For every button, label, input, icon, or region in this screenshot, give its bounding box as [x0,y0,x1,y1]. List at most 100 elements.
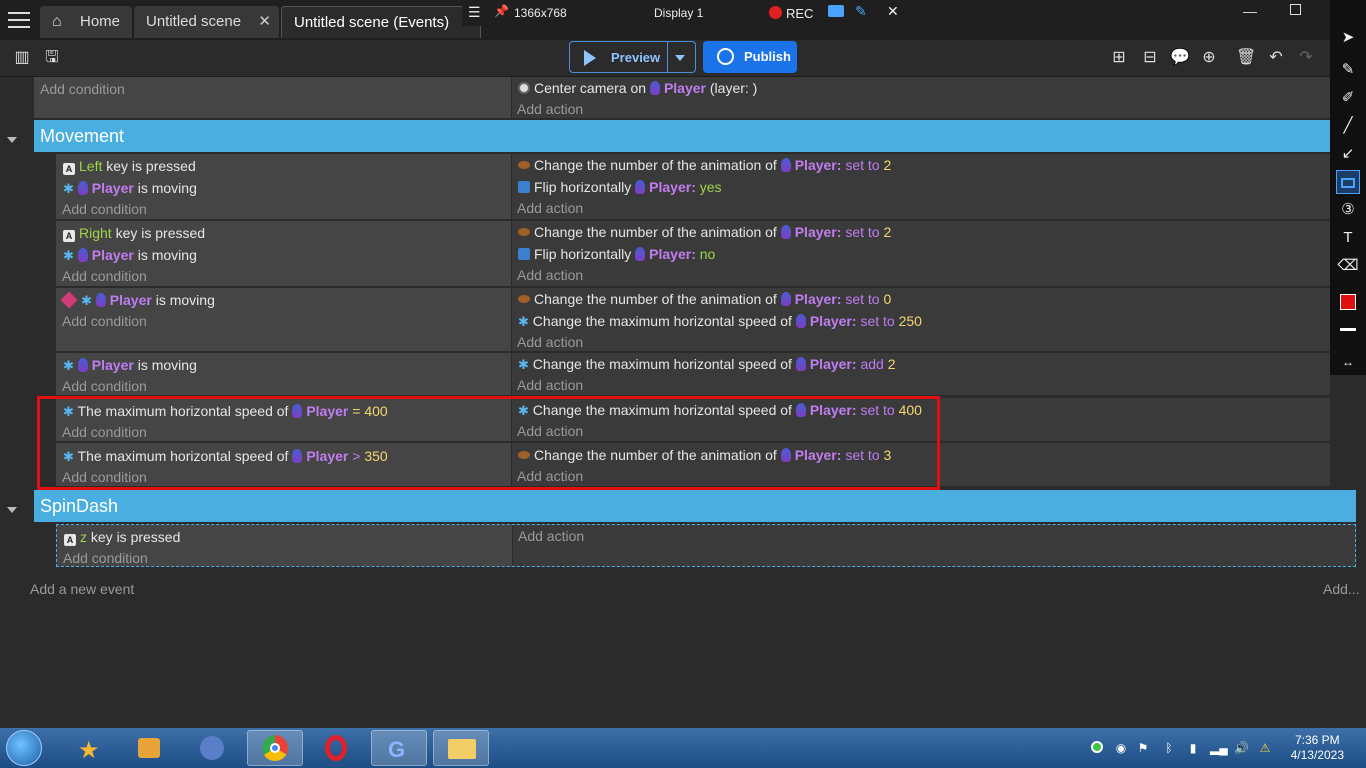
add-condition[interactable]: Add condition [62,201,147,217]
add-action[interactable]: Add action [517,267,583,283]
camera-icon[interactable] [828,5,844,17]
battery-icon[interactable]: ▮ [1186,741,1200,755]
volume-icon[interactable]: 🔊 [1234,741,1249,755]
delete-icon[interactable]: 🗑 [1236,49,1256,67]
action-max-speed[interactable]: ✱ Change the maximum horizontal speed of… [518,313,922,330]
action-max-speed[interactable]: ✱ Change the maximum horizontal speed of… [518,356,895,373]
event-z-key[interactable]: Az key is pressed Add condition Add acti… [56,524,1356,567]
add-new-event[interactable]: Add a new event [30,581,134,597]
add-condition[interactable]: Add condition [62,313,147,329]
group-movement[interactable]: Movement [34,120,1330,152]
gdevelop-icon[interactable]: G [371,730,427,766]
media-icon[interactable] [122,730,178,766]
arrow-icon[interactable]: ↙ [1336,142,1360,166]
action-animation[interactable]: Change the number of the animation of Pl… [518,157,891,173]
preview-button[interactable]: Preview [569,41,696,73]
events-sheet: Add condition Center camera on Player (l… [0,77,1360,728]
condition-right-key[interactable]: A Right key is pressed [63,225,205,242]
save-icon[interactable]: 🖫 [42,49,62,67]
close-icon[interactable]: ✕ [887,3,899,20]
bluetooth-icon[interactable]: ᛒ [1162,741,1176,755]
rectangle-icon[interactable] [1336,170,1360,194]
line-icon[interactable]: ╱ [1336,114,1360,138]
action-animation[interactable]: Change the number of the animation of Pl… [518,224,891,240]
keyboard-icon: A [64,534,76,546]
group-spindash[interactable]: SpinDash [34,490,1356,522]
add-action[interactable]: Add action [517,334,583,350]
player-icon [77,358,88,372]
cursor-icon[interactable]: ➤ [1336,26,1360,50]
start-button[interactable] [6,730,42,766]
restore-icon[interactable] [1290,4,1301,15]
expand-icon[interactable]: ↔ [1336,350,1360,374]
event-camera[interactable]: Add condition Center camera on Player (l… [34,77,1330,118]
condition-player-not-moving[interactable]: ✱ Player is moving [60,291,215,309]
clock[interactable]: 7:36 PM 4/13/2023 [1291,733,1344,763]
menu-icon[interactable] [8,12,30,28]
add-action[interactable]: Add action [517,101,583,117]
action-flip[interactable]: Flip horizontally Player: no [518,246,715,262]
color-swatch[interactable] [1336,291,1360,315]
opera-icon[interactable] [309,730,365,766]
add-action[interactable]: Add action [518,528,584,544]
add-action[interactable]: Add action [517,200,583,216]
add-icon[interactable]: ⊕ [1199,49,1219,67]
pin-icon[interactable]: 📌 [494,4,509,18]
tab-scene[interactable]: Untitled scene ✕ [134,6,279,38]
tray-icon[interactable] [1090,741,1104,755]
event-moving-accel[interactable]: ✱ Player is moving Add condition ✱ Chang… [56,353,1330,395]
close-icon[interactable]: ✕ [258,6,271,38]
action-animation[interactable]: Change the number of the animation of Pl… [518,291,891,307]
counter-icon[interactable]: ③ [1336,198,1360,222]
marker-icon[interactable]: ✐ [1336,86,1360,110]
list-icon[interactable]: ☰ [468,4,481,21]
record-icon[interactable] [769,6,782,19]
chrome-icon[interactable] [247,730,303,766]
rec-label[interactable]: REC [786,6,813,21]
condition-player-moving[interactable]: ✱ Player is moving [63,180,197,197]
event-not-moving[interactable]: ✱ Player is moving Add condition Change … [56,288,1330,351]
text-icon[interactable]: T [1336,226,1360,250]
app-icon[interactable]: ★ [62,730,118,766]
collapse-caret[interactable] [7,137,17,143]
add-other-button[interactable]: Add... [1323,581,1360,597]
add-comment-icon[interactable]: 💬 [1170,49,1190,67]
tray-icon[interactable]: ◉ [1114,741,1128,755]
pen-icon[interactable]: ✎ [855,3,867,20]
undo-icon[interactable]: ↶ [1266,49,1286,67]
network-icon[interactable]: ▂▄ [1210,741,1228,755]
add-condition[interactable]: Add condition [63,550,148,566]
chevron-down-icon[interactable] [675,55,685,61]
collapse-caret[interactable] [7,507,17,513]
add-action[interactable]: Add action [517,377,583,393]
conditions: A Left key is pressed ✱ Player is moving … [56,154,512,219]
pencil-icon[interactable]: ✎ [1336,58,1360,82]
minimize-icon[interactable]: — [1243,3,1257,19]
action-center-camera[interactable]: Center camera on Player (layer: ) [518,80,757,96]
tab-scene-events[interactable]: Untitled scene (Events) [281,6,481,38]
event-left-key[interactable]: A Left key is pressed ✱ Player is moving … [56,154,1330,219]
add-condition[interactable]: Add condition [62,378,147,394]
tab-home[interactable]: ⌂ Home [40,6,132,38]
event-right-key[interactable]: A Right key is pressed ✱ Player is moving… [56,221,1330,286]
eraser-icon[interactable]: ⌫ [1336,254,1360,278]
publish-button[interactable]: Publish [703,41,797,73]
condition-left-key[interactable]: A Left key is pressed [63,158,196,175]
add-event-icon[interactable]: ⊞ [1109,49,1129,67]
condition-player-moving[interactable]: ✱ Player is moving [63,357,197,374]
folder-icon[interactable] [433,730,489,766]
condition-player-moving[interactable]: ✱ Player is moving [63,247,197,264]
add-condition[interactable]: Add condition [40,81,125,97]
warning-icon[interactable]: ⚠ [1258,741,1272,755]
browser-icon[interactable] [184,730,240,766]
add-subevent-icon[interactable]: ⊟ [1140,49,1160,67]
add-condition[interactable]: Add condition [62,268,147,284]
redo-icon[interactable]: ↷ [1296,49,1316,67]
stroke-width-icon[interactable] [1336,318,1360,342]
conditions: Az key is pressed Add condition [57,525,513,566]
tray-icon[interactable]: ⚑ [1136,741,1150,755]
panels-icon[interactable]: ▥ [12,49,32,67]
action-flip[interactable]: Flip horizontally Player: yes [518,179,722,195]
condition-z-key[interactable]: Az key is pressed [64,529,180,546]
highlight-box [37,396,940,490]
